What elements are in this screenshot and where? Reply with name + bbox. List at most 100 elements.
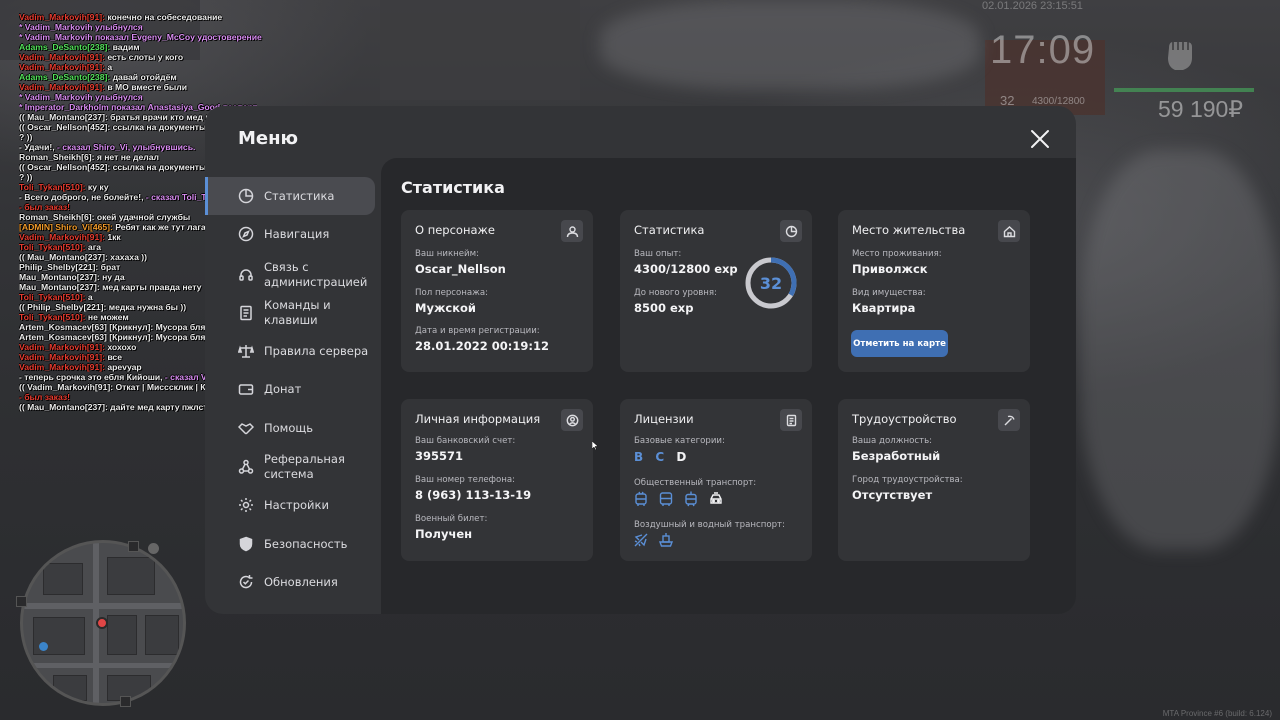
chat-line: Adams_DeSanto[238]: вадим — [19, 42, 339, 52]
card-title: Место жительства — [852, 223, 966, 237]
nav-item-settings[interactable]: Настройки — [205, 486, 375, 524]
chat-line: Vadim_Markovih[91]: а — [19, 62, 339, 72]
chat-text: ? )) — [19, 172, 33, 182]
chat-text: (( Philip_Shelby[221]: медка нужна бы )) — [19, 302, 187, 312]
public-transport-label: Общественный транспорт: — [634, 478, 757, 488]
chat-text: Artem_Kosmacev[63] [Крикнул]: Мусора бля… — [19, 322, 217, 332]
nav-item-statistics[interactable]: Статистика — [205, 177, 375, 215]
chat-text: вадим — [110, 42, 140, 52]
chat-line: * Vadim_Markovih показал Evgeny_McCoy уд… — [19, 32, 339, 42]
nav-label: Навигация — [264, 226, 330, 241]
menu-sidebar: Статистика Навигация Связь с администрац… — [205, 106, 381, 614]
position-value: Безработный — [852, 449, 941, 463]
chat-text: не можем — [85, 312, 129, 322]
gender-value: Мужской — [415, 301, 476, 315]
hud-money: 59 190₽ — [1158, 96, 1243, 122]
nav-item-updates[interactable]: Обновления — [205, 563, 375, 601]
nickname-value: Oscar_Nellson — [415, 262, 506, 276]
chat-text: конечно на собеседование — [104, 12, 223, 22]
exp-label: Ваш опыт: — [634, 249, 682, 259]
close-button[interactable] — [1029, 128, 1051, 150]
wallet-icon — [238, 381, 254, 397]
nav-item-help[interactable]: Помощь — [205, 409, 375, 447]
chat-text: есть слоты у кого — [104, 52, 184, 62]
chat-text: Toli_Tykan[510]: — [19, 312, 86, 322]
position-label: Ваша должность: — [852, 436, 933, 446]
chat-text: Roman_Sheikh[6]: окей удачной службы — [19, 212, 191, 222]
pickaxe-icon — [998, 409, 1020, 431]
refresh-icon — [238, 574, 254, 590]
property-label: Вид имущества: — [852, 288, 926, 298]
card-title: О персонаже — [415, 223, 495, 237]
base-categories-label: Базовые категории: — [634, 436, 725, 446]
mark-on-map-button[interactable]: Отметить на карте — [851, 330, 948, 357]
fist-icon — [1168, 42, 1192, 70]
chat-text: ареvуар — [104, 362, 142, 372]
nav-item-commands[interactable]: Команды и клавиши — [205, 294, 375, 332]
card-title: Трудоустройство — [852, 412, 957, 426]
chat-text: * Vadim_Markovih показал Evgeny_McCoy уд… — [19, 32, 262, 42]
chat-text: Mau_Montano[237]: мед карты правда нету — [19, 282, 202, 292]
public-transport-icons — [633, 491, 724, 507]
chat-text: - был заказ! — [19, 202, 71, 212]
chat-line: Adams_DeSanto[238]: давай отойдём — [19, 72, 339, 82]
menu-panel: Меню Статистика Навигация Связь с админи… — [205, 106, 1076, 614]
shield-icon — [238, 536, 254, 552]
mouse-cursor-icon — [592, 441, 598, 450]
chat-text: Mau_Montano[237]: ну да — [19, 272, 125, 282]
nav-label: Реферальная система — [264, 452, 345, 481]
chat-text: все — [104, 352, 122, 362]
nav-label: Донат — [264, 381, 302, 396]
chat-text: Adams_DeSanto[238]: — [19, 72, 111, 82]
nav-item-server-rules[interactable]: Правила сервера — [205, 332, 375, 370]
phone-label: Ваш номер телефона: — [415, 475, 516, 485]
card-title: Статистика — [634, 223, 705, 237]
chat-text: Vadim_Markovih[91]: — [19, 342, 105, 352]
statistics-content: Статистика О персонаже Ваш никнейм: Osca… — [381, 158, 1076, 614]
bank-account-label: Ваш банковский счет: — [415, 436, 516, 446]
chat-line: Vadim_Markovih[91]: есть слоты у кого — [19, 52, 339, 62]
chat-text: ку ку — [85, 182, 109, 192]
hud-datetime: 02.01.2026 23:15:51 — [982, 0, 1083, 12]
card-title: Личная информация — [415, 412, 541, 426]
next-level-label: До нового уровня: — [634, 288, 717, 298]
chat-text: Vadim_Markovih[91]: — [19, 362, 105, 372]
card-personal-info: Личная информация Ваш банковский счет: 3… — [401, 399, 593, 561]
chat-text: * Vadim_Markovih улыбнулся — [19, 92, 143, 102]
chat-text: ? )) — [19, 132, 33, 142]
chat-text: Toli_Tykan[510]: — [19, 182, 86, 192]
license-category-c: C — [655, 450, 665, 464]
nav-item-admin-contact[interactable]: Связь с администрацией — [205, 256, 375, 294]
license-categories: B C D — [634, 450, 694, 464]
minimap-north-icon — [148, 543, 159, 554]
level-number: 32 — [760, 274, 782, 293]
residence-place-value: Приволжск — [852, 262, 928, 276]
nav-item-navigation[interactable]: Навигация — [205, 215, 375, 253]
hud-health-bar — [1114, 88, 1254, 92]
chat-text: а — [85, 292, 93, 302]
minimap-marker — [128, 541, 139, 552]
scales-icon — [237, 343, 255, 359]
taxi-icon — [708, 491, 724, 507]
nav-label: Статистика — [264, 188, 335, 203]
property-value: Квартира — [852, 301, 916, 315]
air-water-transport-label: Воздушный и водный транспорт: — [634, 520, 785, 530]
license-category-d: D — [676, 450, 687, 464]
nav-item-referral[interactable]: Реферальная система — [205, 448, 375, 486]
chat-text: Toli_Tykan[510]: — [19, 292, 86, 302]
nav-item-donate[interactable]: Донат — [205, 370, 375, 408]
content-title: Статистика — [401, 178, 505, 197]
bus-icon — [658, 491, 674, 507]
headset-icon — [238, 267, 254, 283]
chat-text: Vadim_Markovih[91]: — [19, 52, 105, 62]
chat-text: давай отойдём — [110, 72, 177, 82]
nav-item-security[interactable]: Безопасность — [205, 525, 375, 563]
chat-text: - теперь срочка это ебля Кийоши, — [19, 372, 165, 382]
chat-text: (( Mau_Montano[237]: дайте мед карту пжл… — [19, 402, 230, 412]
chat-text: Adams_DeSanto[238]: — [19, 42, 111, 52]
exp-value: 4300/12800 exp — [634, 262, 738, 276]
chat-text: Artem_Kosmacev[63] [Крикнул]: Мусора бля… — [19, 332, 217, 342]
user-icon — [561, 220, 583, 242]
level-progress-ring: 32 — [745, 257, 797, 309]
chat-text: - сказал Shiro_Vi, улыбнувшись. — [56, 142, 196, 152]
